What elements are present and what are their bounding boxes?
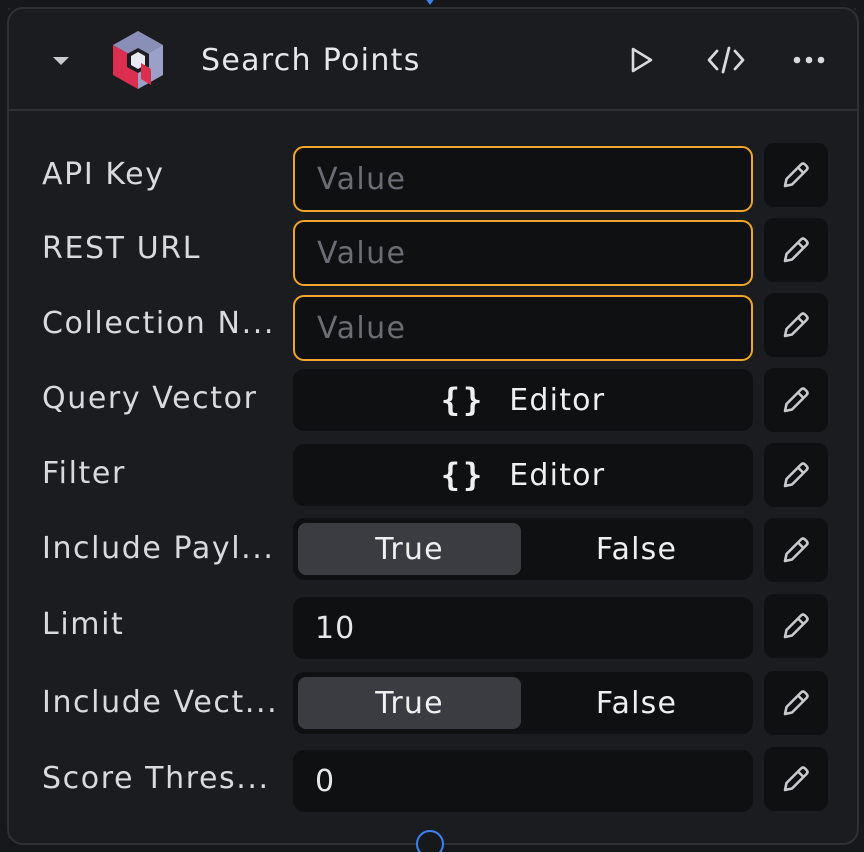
code-icon[interactable] bbox=[703, 37, 749, 83]
output-handle[interactable] bbox=[416, 830, 444, 852]
collection-name-edit-button[interactable] bbox=[764, 293, 828, 357]
node-title: Search Points bbox=[201, 43, 421, 78]
pencil-icon bbox=[783, 462, 809, 488]
pencil-icon bbox=[783, 537, 809, 563]
score-threshold-input[interactable]: 0 bbox=[293, 750, 753, 812]
collection-name-field bbox=[293, 295, 753, 361]
api-key-field bbox=[293, 146, 753, 212]
include-payload-false-option[interactable]: False bbox=[525, 523, 748, 575]
include-payload-true-option[interactable]: True bbox=[298, 523, 521, 575]
input-handle[interactable] bbox=[425, 0, 435, 5]
caret-down-icon[interactable] bbox=[47, 47, 75, 75]
include-payload-edit-button[interactable] bbox=[764, 518, 828, 582]
rest-url-edit-button[interactable] bbox=[764, 218, 828, 282]
score-threshold-edit-button[interactable] bbox=[764, 747, 828, 811]
editor-label: Editor bbox=[509, 382, 606, 418]
pencil-icon bbox=[783, 387, 809, 413]
pencil-icon bbox=[783, 766, 809, 792]
api-key-edit-button[interactable] bbox=[764, 143, 828, 207]
rest-url-label: REST URL bbox=[42, 231, 202, 266]
pencil-icon bbox=[783, 690, 809, 716]
limit-input[interactable]: 10 bbox=[293, 597, 753, 659]
collection-name-input[interactable] bbox=[295, 297, 751, 359]
query-vector-edit-button[interactable] bbox=[764, 368, 828, 432]
collection-name-label: Collection N... bbox=[42, 306, 275, 341]
pencil-icon bbox=[783, 162, 809, 188]
filter-editor-button[interactable]: {} Editor bbox=[293, 444, 753, 506]
pencil-icon bbox=[783, 312, 809, 338]
pencil-icon bbox=[783, 237, 809, 263]
braces-icon: {} bbox=[440, 456, 486, 494]
include-vectors-edit-button[interactable] bbox=[764, 671, 828, 735]
limit-edit-button[interactable] bbox=[764, 594, 828, 658]
api-key-label: API Key bbox=[42, 157, 165, 192]
include-vectors-toggle: True False bbox=[293, 672, 753, 734]
play-icon[interactable] bbox=[619, 37, 665, 83]
filter-edit-button[interactable] bbox=[764, 443, 828, 507]
search-points-node: Search Points API Key REST URL bbox=[7, 7, 859, 845]
api-key-input[interactable] bbox=[295, 148, 751, 210]
limit-label: Limit bbox=[42, 607, 125, 642]
score-threshold-label: Score Thres... bbox=[42, 761, 270, 796]
include-payload-toggle: True False bbox=[293, 518, 753, 580]
include-vectors-true-option[interactable]: True bbox=[298, 677, 521, 729]
rest-url-field bbox=[293, 220, 753, 286]
rest-url-input[interactable] bbox=[295, 222, 751, 284]
braces-icon: {} bbox=[440, 381, 486, 419]
filter-label: Filter bbox=[42, 456, 126, 491]
include-payload-label: Include Payl... bbox=[42, 531, 275, 566]
more-horizontal-icon[interactable] bbox=[786, 37, 832, 83]
include-vectors-false-option[interactable]: False bbox=[525, 677, 748, 729]
query-vector-label: Query Vector bbox=[42, 381, 258, 416]
editor-label: Editor bbox=[509, 457, 606, 493]
qdrant-logo bbox=[111, 29, 165, 91]
query-vector-editor-button[interactable]: {} Editor bbox=[293, 369, 753, 431]
include-vectors-label: Include Vect... bbox=[42, 685, 279, 720]
pencil-icon bbox=[783, 613, 809, 639]
node-header: Search Points bbox=[9, 9, 857, 111]
